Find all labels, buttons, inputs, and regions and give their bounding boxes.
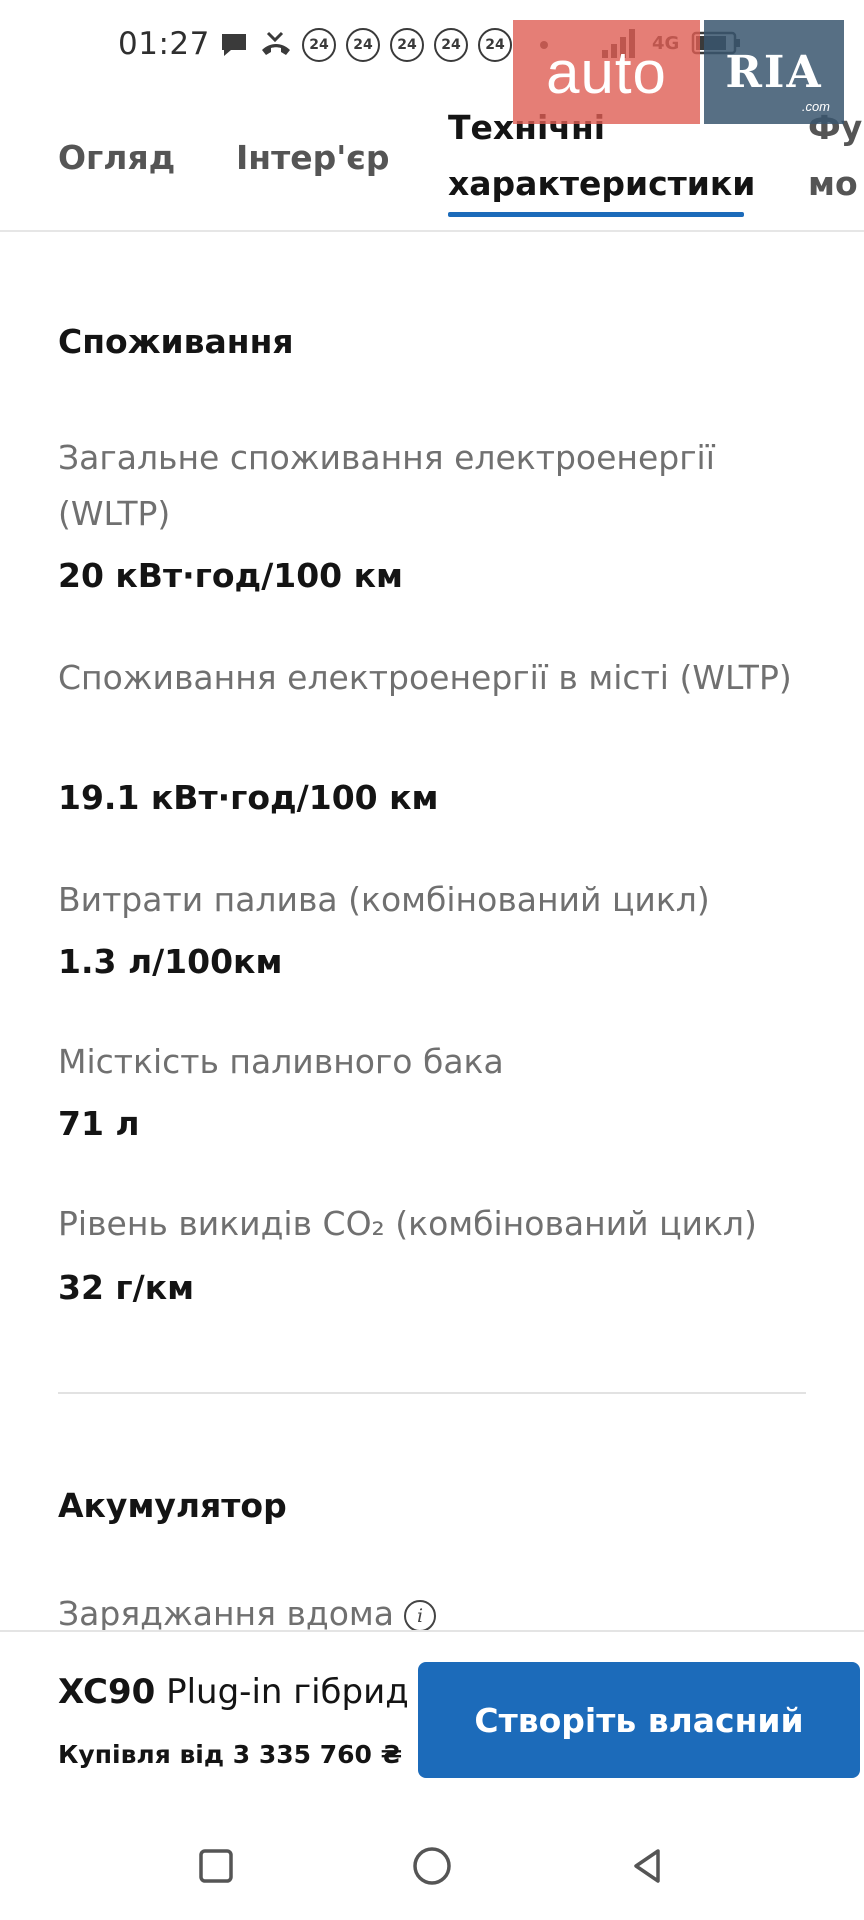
tab-technical-specs-line2: характеристики: [448, 164, 756, 203]
notification-badge-icon: 24: [434, 28, 468, 62]
message-icon: [218, 29, 250, 61]
circle-icon: [413, 1847, 451, 1885]
tab-interior[interactable]: Інтер'єр: [236, 130, 390, 186]
spec-value: 20 кВт·год/100 км: [58, 556, 403, 595]
purchase-bar: XC90 Plug-in гібрид Купівля від 3 335 76…: [0, 1630, 864, 1806]
tab-features-line2: мо: [808, 164, 858, 203]
watermark-logo-ria-text: RIA: [725, 46, 823, 98]
notification-badge-icon: 24: [478, 28, 512, 62]
info-icon[interactable]: i: [404, 1599, 437, 1630]
section-title-battery: Акумулятор: [58, 1486, 287, 1525]
screen: 01:27 24 24 24 24 24 4G: [0, 0, 864, 1920]
section-title-consumption: Споживання: [58, 322, 294, 361]
back-triangle-icon: [634, 1849, 660, 1883]
spec-label-text: Заряджання вдома: [58, 1594, 395, 1630]
spec-label: Загальне споживання електроенергії (WLTP…: [58, 438, 715, 533]
watermark-logo-ria: RIA .com: [704, 20, 844, 124]
spec-value: 71 л: [58, 1104, 140, 1143]
recent-apps-button[interactable]: [186, 1836, 246, 1896]
model-title: XC90 Plug-in гібрид: [58, 1672, 409, 1712]
back-button[interactable]: [618, 1836, 678, 1896]
price-label: Купівля від 3 335 760 ₴: [58, 1740, 403, 1769]
spec-value: 19.1 кВт·год/100 км: [58, 778, 439, 817]
watermark-logo-suffix: .com: [801, 99, 830, 114]
notification-badge-icon: 24: [302, 28, 336, 62]
notification-badge-icon: 24: [390, 28, 424, 62]
model-variant: Plug-in гібрид: [166, 1672, 409, 1712]
system-nav-bar: [0, 1806, 864, 1920]
build-your-own-button[interactable]: Створіть власний: [418, 1662, 860, 1778]
home-button[interactable]: [402, 1836, 462, 1896]
specs-content[interactable]: Споживання Загальне споживання електроен…: [0, 234, 864, 1630]
tab-overview[interactable]: Огляд: [58, 130, 175, 186]
spec-label: Місткість паливного бака: [58, 1042, 504, 1081]
status-icons: 24 24 24 24 24: [218, 28, 548, 62]
spec-label-home-charging[interactable]: Заряджання вдома i: [58, 1586, 818, 1630]
spec-label: Споживання електроенергії в місті (WLTP): [58, 658, 792, 697]
notification-badge-icon: 24: [346, 28, 380, 62]
model-name: XC90: [58, 1672, 156, 1712]
spec-label: Рівень викидів CO₂ (комбінований цикл): [58, 1204, 757, 1243]
status-time: 01:27: [118, 26, 210, 62]
active-tab-indicator: [448, 212, 744, 217]
square-icon: [199, 1849, 233, 1883]
section-divider: [58, 1392, 806, 1394]
spec-label: Витрати палива (комбінований цикл): [58, 880, 710, 919]
watermark-logo-auto: auto: [513, 20, 700, 124]
spec-value: 32 г/км: [58, 1268, 195, 1307]
missed-call-icon: [260, 29, 292, 61]
spec-value: 1.3 л/100км: [58, 942, 283, 981]
